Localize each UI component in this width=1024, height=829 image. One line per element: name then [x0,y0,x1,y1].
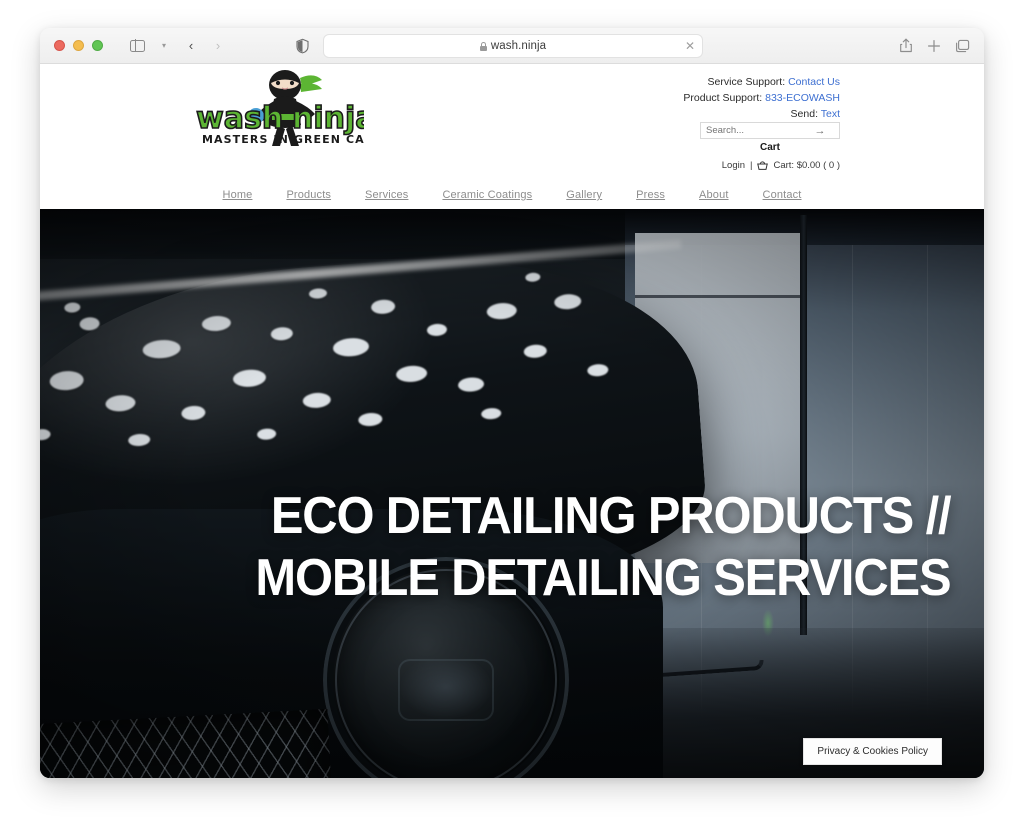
cart-total-text[interactable]: Cart: $0.00 ( 0 ) [773,160,840,171]
product-support-label: Product Support: [683,92,763,104]
privacy-cookies-policy-button[interactable]: Privacy & Cookies Policy [803,738,942,765]
sidebar-dropdown-button[interactable]: ▾ [152,35,176,57]
page-viewport: wash ninja MASTERS IN GREEN CAR CARE Ser… [40,64,984,778]
separator: | [750,160,753,171]
tab-overview-icon[interactable] [955,39,970,53]
lock-icon [479,41,487,51]
cart-heading: Cart [759,142,780,153]
toolbar-actions [899,38,970,53]
service-support-label: Service Support: [707,76,786,88]
login-link[interactable]: Login [722,160,745,171]
navigation-controls: ▾ ‹ › [125,35,230,57]
cart-icon [757,161,769,170]
hero-headline-line2: MOBILE DETAILING SERVICES [254,549,951,607]
hero-headline: ECO DETAILING PRODUCTS // MOBILE DETAILI… [211,485,951,609]
sidebar-toggle-button[interactable] [125,35,149,57]
logo-tagline: MASTERS IN GREEN CAR CARE [202,133,364,146]
window-controls [54,40,103,51]
stop-reload-button[interactable]: ✕ [685,40,695,52]
account-row: Login | Cart: $0.00 ( 0 ) [722,160,840,171]
send-line: Send: Text [683,106,840,122]
nav-item-home[interactable]: Home [205,189,269,201]
nav-item-press[interactable]: Press [619,189,682,201]
forward-button[interactable]: › [206,35,230,57]
close-window-button[interactable] [54,40,65,51]
hero-banner: ECO DETAILING PRODUCTS // MOBILE DETAILI… [40,209,984,778]
sidebar-icon [129,39,145,52]
address-bar[interactable]: wash.ninja ✕ [323,34,703,58]
service-support-line: Service Support: Contact Us [683,74,840,90]
share-icon[interactable] [899,38,913,53]
nav-item-services[interactable]: Services [348,189,425,201]
nav-item-contact[interactable]: Contact [746,189,819,201]
nav-item-products[interactable]: Products [269,189,348,201]
back-button[interactable]: ‹ [179,35,203,57]
browser-window: ▾ ‹ › wash.ninja ✕ wash ninj MASTERS IN … [40,28,984,778]
product-support-line: Product Support: 833-ECOWASH [683,90,840,106]
chevron-right-icon: › [215,38,221,53]
url-text: wash.ninja [490,40,547,52]
new-tab-icon[interactable] [927,39,941,53]
url-display: wash.ninja [479,40,547,52]
text-link[interactable]: Text [821,108,840,120]
maximize-window-button[interactable] [92,40,103,51]
svg-text:ninja: ninja [292,101,364,136]
arrow-right-icon: → [814,124,826,137]
contact-us-link[interactable]: Contact Us [788,76,840,88]
site-header: wash ninja MASTERS IN GREEN CAR CARE Ser… [40,64,984,209]
nav-item-gallery[interactable]: Gallery [549,189,619,201]
minimize-window-button[interactable] [73,40,84,51]
hero-headline-line1: ECO DETAILING PRODUCTS // [270,487,951,545]
svg-text:wash: wash [196,101,283,136]
nav-item-about[interactable]: About [682,189,746,201]
main-navigation: Home Products Services Ceramic Coatings … [40,181,984,209]
nav-item-ceramic-coatings[interactable]: Ceramic Coatings [425,189,549,201]
search-submit-button[interactable]: → [809,123,831,138]
chevron-left-icon: ‹ [188,38,194,53]
chevron-down-icon: ▾ [161,41,166,50]
search-form[interactable]: → [700,122,840,139]
privacy-report-icon[interactable] [296,38,309,53]
send-label: Send: [790,108,818,120]
browser-toolbar: ▾ ‹ › wash.ninja ✕ [40,28,984,64]
search-input[interactable] [701,123,809,138]
support-contact-block: Service Support: Contact Us Product Supp… [683,74,840,122]
phone-link[interactable]: 833-ECOWASH [765,92,840,104]
site-logo[interactable]: wash ninja MASTERS IN GREEN CAR CARE [188,66,364,148]
